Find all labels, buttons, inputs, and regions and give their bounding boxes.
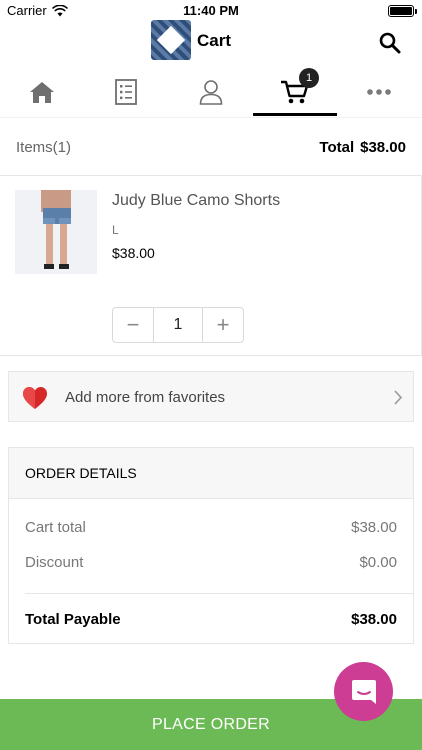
- status-time: 11:40 PM: [183, 3, 239, 18]
- heart-icon: [23, 387, 47, 409]
- quantity-stepper: − 1 +: [112, 307, 244, 343]
- tab-more[interactable]: [337, 66, 421, 118]
- cart-total-label: Cart total: [25, 519, 86, 536]
- cart-item-card: Judy Blue Camo Shorts L $38.00 − 1 +: [0, 175, 422, 356]
- order-divider: [25, 593, 413, 594]
- search-button[interactable]: [378, 31, 404, 57]
- cart-total-header: Total $38.00: [319, 139, 406, 156]
- chat-button[interactable]: [334, 662, 393, 721]
- battery-icon: [388, 5, 417, 17]
- decrease-quantity-button[interactable]: −: [113, 308, 153, 342]
- tab-bar: 1: [0, 66, 422, 118]
- store-logo-icon: [151, 20, 191, 60]
- cart-summary: Items(1) Total $38.00: [0, 136, 422, 160]
- nav-bar: Cart: [0, 20, 422, 64]
- home-icon: [30, 82, 54, 103]
- favorites-label: Add more from favorites: [65, 389, 226, 406]
- product-size: L: [112, 223, 119, 237]
- product-name[interactable]: Judy Blue Camo Shorts: [112, 192, 280, 210]
- tab-account[interactable]: [169, 66, 253, 118]
- increase-quantity-button[interactable]: +: [203, 308, 243, 342]
- user-icon: [199, 80, 223, 105]
- order-details-title: ORDER DETAILS: [25, 465, 137, 481]
- total-payable-line: Total Payable $38.00: [25, 611, 397, 628]
- product-price: $38.00: [112, 245, 155, 261]
- order-details-header: ORDER DETAILS: [9, 448, 413, 499]
- chevron-right-icon: [394, 390, 403, 405]
- total-payable-label: Total Payable: [25, 611, 121, 628]
- more-icon: [367, 89, 391, 95]
- chat-icon: [351, 679, 376, 704]
- total-label: Total: [319, 139, 355, 156]
- tab-orders[interactable]: [84, 66, 168, 118]
- product-image[interactable]: [15, 190, 97, 274]
- order-details-panel: ORDER DETAILS Cart total $38.00 Discount…: [8, 447, 414, 644]
- cart-count-badge: 1: [299, 68, 319, 88]
- discount-label: Discount: [25, 554, 84, 571]
- cart-total-line: Cart total $38.00: [25, 519, 397, 536]
- list-icon: [115, 79, 137, 105]
- tab-home[interactable]: [0, 66, 84, 118]
- quantity-value: 1: [153, 308, 203, 342]
- add-from-favorites-row[interactable]: Add more from favorites: [8, 371, 414, 422]
- total-payable-value: $38.00: [351, 611, 397, 628]
- tab-cart[interactable]: 1: [253, 66, 337, 118]
- status-bar: Carrier 11:40 PM: [0, 0, 422, 22]
- discount-line: Discount $0.00: [25, 554, 397, 571]
- total-value: $38.00: [360, 139, 406, 156]
- search-icon: [379, 32, 401, 54]
- active-tab-indicator: [253, 113, 337, 116]
- page-title: Cart: [197, 31, 232, 50]
- cart-total-value: $38.00: [351, 519, 397, 536]
- items-count: Items(1): [16, 139, 72, 156]
- discount-value: $0.00: [359, 554, 397, 571]
